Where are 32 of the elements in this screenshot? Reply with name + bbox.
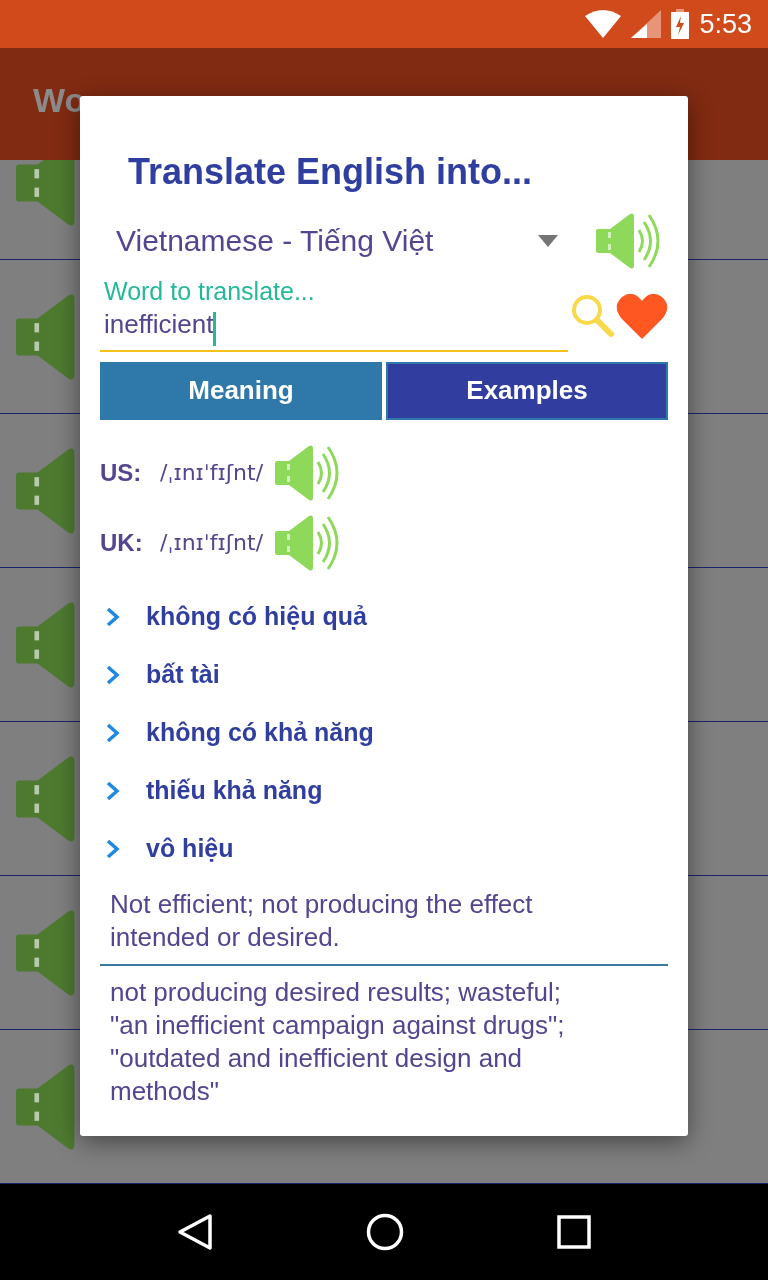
tab[interactable]: Examples	[386, 361, 668, 420]
wifi-icon	[585, 10, 622, 38]
chevron-icon	[106, 780, 120, 801]
meaning-text: bất tài	[146, 660, 220, 690]
caret-icon	[538, 235, 558, 247]
meaning-text: không có hiệu quả	[146, 602, 367, 632]
phonetic-text: /ˌɪnɪˈfɪʃnt/	[160, 530, 264, 556]
accent-label: US:	[100, 458, 143, 487]
definition-text: Not efficient; not producing the effect intended or desired.	[109, 887, 534, 954]
accent-label: UK:	[100, 528, 144, 557]
chevron-icon	[106, 606, 120, 627]
heart-icon[interactable]	[616, 291, 668, 340]
chevron-icon	[106, 722, 120, 743]
battery-charging-icon	[671, 9, 690, 39]
chevron-icon	[106, 664, 120, 685]
language-dropdown[interactable]: Vietnamese - Tiếng Việt	[100, 213, 568, 269]
text-cursor	[213, 311, 217, 346]
clock-time: 5:53	[699, 8, 752, 40]
meaning-text: thiếu khả năng	[146, 776, 323, 806]
signal-icon	[631, 10, 662, 38]
meaning-text: vô hiệu	[146, 834, 234, 864]
word-input-field[interactable]: Word to translate... inefficient	[100, 276, 568, 352]
dialog-title: Translate English into...	[128, 150, 534, 194]
recent-apps-icon[interactable]	[557, 1215, 592, 1249]
home-icon[interactable]	[366, 1213, 404, 1251]
tab[interactable]: Meaning	[100, 361, 382, 420]
speaker-icon	[16, 160, 76, 228]
chevron-icon	[106, 838, 120, 859]
phonetic-text: /ˌɪnɪˈfɪʃnt/	[160, 460, 264, 486]
back-icon[interactable]	[176, 1213, 213, 1251]
meaning-text: không có khả năng	[146, 718, 374, 748]
definition-text: not producing desired results; wasteful; "an inefficient campaign against drugs"; "outdated and inefficient design and methods"	[109, 975, 566, 1108]
